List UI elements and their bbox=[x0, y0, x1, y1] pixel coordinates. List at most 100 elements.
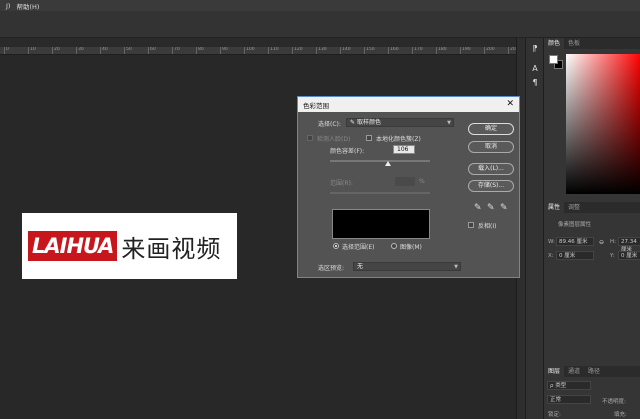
logo-image: LAIHUA 来画视频 bbox=[22, 213, 237, 279]
ruler-tick-label: 100 bbox=[244, 47, 255, 54]
image-radio[interactable] bbox=[391, 243, 397, 249]
ruler-tick-label: 200 bbox=[484, 47, 495, 54]
ruler-tick-label: 90 bbox=[220, 47, 228, 54]
invert-checkbox[interactable] bbox=[468, 222, 474, 228]
selection-preview-label: 选区预览: bbox=[318, 265, 345, 272]
detect-faces-checkbox[interactable] bbox=[307, 135, 313, 141]
invert-label: 反相(I) bbox=[478, 223, 497, 230]
ruler-tick-label: 80 bbox=[196, 47, 204, 54]
tab-paths[interactable]: 路径 bbox=[584, 366, 604, 377]
lock-label: 锁定: bbox=[548, 412, 561, 418]
color-range-dialog: 色彩范围 ✕ 选择(C): ✎ 取样颜色 ▼ 检测人脸(D) 本地化颜色簇(Z)… bbox=[297, 96, 520, 278]
ruler-tick-label: 60 bbox=[148, 47, 156, 54]
properties-panel-tabs: 属性 调整 bbox=[544, 202, 640, 213]
layers-panel-tabs: 图层 通道 路径 bbox=[544, 366, 640, 377]
menu-bar: J) 帮助(H) bbox=[0, 0, 640, 11]
ruler-tick-label: 20 bbox=[52, 47, 60, 54]
localized-clusters-label: 本地化颜色簇(Z) bbox=[376, 136, 421, 143]
range-unit: % bbox=[419, 178, 425, 185]
character-icon[interactable]: A bbox=[530, 64, 540, 74]
paragraph-icon[interactable]: ¶ bbox=[530, 78, 540, 88]
right-panel: 颜色 色板 属性 调整 像素图层属性 W: 89.46 厘米 ⊖ H: 27.3… bbox=[543, 38, 640, 419]
ruler-tick-label: 50 bbox=[124, 47, 132, 54]
y-label: Y: bbox=[610, 253, 615, 259]
ok-button[interactable]: 确定 bbox=[468, 123, 514, 135]
detect-faces-label: 检测人脸(D) bbox=[317, 136, 351, 143]
menu-item-partial[interactable]: J) bbox=[6, 2, 10, 10]
ruler-tick-label: 180 bbox=[436, 47, 447, 54]
eyedropper-small-icon: ✎ bbox=[350, 119, 357, 126]
blend-mode-select[interactable]: 正常 bbox=[547, 395, 591, 404]
layer-kind-filter[interactable]: ρ 类型 bbox=[547, 381, 591, 390]
fuzziness-label: 颜色容差(F): bbox=[330, 148, 365, 155]
range-label: 范围(R): bbox=[330, 180, 353, 187]
panel-icon-strip: ⁋ A ¶ bbox=[525, 38, 543, 419]
dialog-titlebar[interactable]: 色彩范围 ✕ bbox=[298, 97, 519, 112]
opacity-label: 不透明度: bbox=[602, 399, 626, 405]
localized-clusters-checkbox[interactable] bbox=[366, 135, 372, 141]
logo-text-cn: 来画视频 bbox=[121, 234, 222, 263]
ruler-tick-label: 30 bbox=[76, 47, 84, 54]
ruler-tick-label: 150 bbox=[364, 47, 375, 54]
ruler-tick-label: 110 bbox=[268, 47, 279, 54]
close-icon[interactable]: ✕ bbox=[506, 100, 514, 109]
ruler-tick-label: 0 bbox=[4, 47, 9, 54]
selection-radio[interactable] bbox=[333, 243, 339, 249]
width-field[interactable]: 89.46 厘米 bbox=[556, 237, 594, 246]
ruler-tick-label: 130 bbox=[316, 47, 327, 54]
properties-title: 像素图层属性 bbox=[558, 222, 592, 228]
eyedropper-icon[interactable]: ✎ bbox=[474, 203, 482, 213]
ruler-tick-label: 140 bbox=[340, 47, 351, 54]
fuzziness-input[interactable]: 106 bbox=[393, 145, 415, 154]
link-icon[interactable]: ⊖ bbox=[599, 239, 604, 246]
selection-radio-label: 选择范围(E) bbox=[342, 244, 375, 251]
save-button[interactable]: 存储(S)... bbox=[468, 180, 514, 192]
select-label: 选择(C): bbox=[318, 121, 341, 128]
chevron-down-icon: ▼ bbox=[447, 120, 451, 126]
y-field[interactable]: 0 厘米 bbox=[618, 251, 640, 260]
color-panel-tabs: 颜色 色板 bbox=[544, 38, 640, 49]
foreground-color-swatch[interactable] bbox=[549, 55, 558, 64]
paragraph-styles-icon[interactable]: ⁋ bbox=[530, 44, 540, 54]
tab-adjustments[interactable]: 调整 bbox=[564, 202, 584, 213]
height-label: H: bbox=[610, 239, 616, 245]
tab-properties[interactable]: 属性 bbox=[544, 202, 565, 213]
options-bar bbox=[0, 11, 640, 38]
selection-preview-image bbox=[332, 209, 430, 239]
fuzziness-slider[interactable] bbox=[330, 160, 430, 162]
range-input[interactable] bbox=[395, 177, 415, 186]
fill-label: 填充: bbox=[614, 412, 627, 418]
chevron-down-icon: ▼ bbox=[454, 264, 458, 270]
select-value: 取样颜色 bbox=[356, 119, 381, 126]
ruler-tick-label: 170 bbox=[412, 47, 423, 54]
tab-layers[interactable]: 图层 bbox=[544, 366, 565, 377]
ruler-tick-label: 190 bbox=[460, 47, 471, 54]
tab-color[interactable]: 颜色 bbox=[544, 38, 565, 49]
tab-swatches[interactable]: 色板 bbox=[564, 38, 584, 49]
ruler-tick-label: 40 bbox=[100, 47, 108, 54]
select-dropdown[interactable]: ✎ 取样颜色 ▼ bbox=[346, 118, 454, 127]
eyedropper-plus-icon[interactable]: ✎ bbox=[487, 203, 495, 213]
logo-text-en: LAIHUA bbox=[28, 231, 118, 261]
tab-channels[interactable]: 通道 bbox=[564, 366, 584, 377]
x-label: X: bbox=[548, 253, 554, 259]
ruler-tick-label: 160 bbox=[388, 47, 399, 54]
dialog-title: 色彩范围 bbox=[303, 101, 329, 110]
color-picker-field[interactable] bbox=[566, 54, 640, 194]
height-field[interactable]: 27.34 厘米 bbox=[618, 237, 640, 253]
horizontal-ruler: 0 10 20 30 40 50 60 70 80 90 100 110 120 130 140 150 160… bbox=[0, 47, 516, 55]
cancel-button[interactable]: 取消 bbox=[468, 141, 514, 153]
image-radio-label: 图像(M) bbox=[400, 244, 422, 251]
width-label: W: bbox=[548, 239, 555, 245]
x-field[interactable]: 0 厘米 bbox=[556, 251, 594, 260]
menu-item-help[interactable]: 帮助(H) bbox=[16, 1, 39, 11]
document-tab-bar bbox=[0, 38, 516, 47]
fuzziness-slider-thumb[interactable] bbox=[385, 161, 391, 166]
ruler-tick-label: 20 bbox=[508, 47, 516, 54]
load-button[interactable]: 载入(L)... bbox=[468, 163, 514, 175]
selection-preview-value: 无 bbox=[357, 263, 364, 270]
selection-preview-select[interactable]: 无 ▼ bbox=[353, 262, 461, 271]
range-slider[interactable] bbox=[330, 192, 430, 194]
eyedropper-minus-icon[interactable]: ✎ bbox=[500, 203, 508, 213]
ruler-tick-label: 70 bbox=[172, 47, 180, 54]
